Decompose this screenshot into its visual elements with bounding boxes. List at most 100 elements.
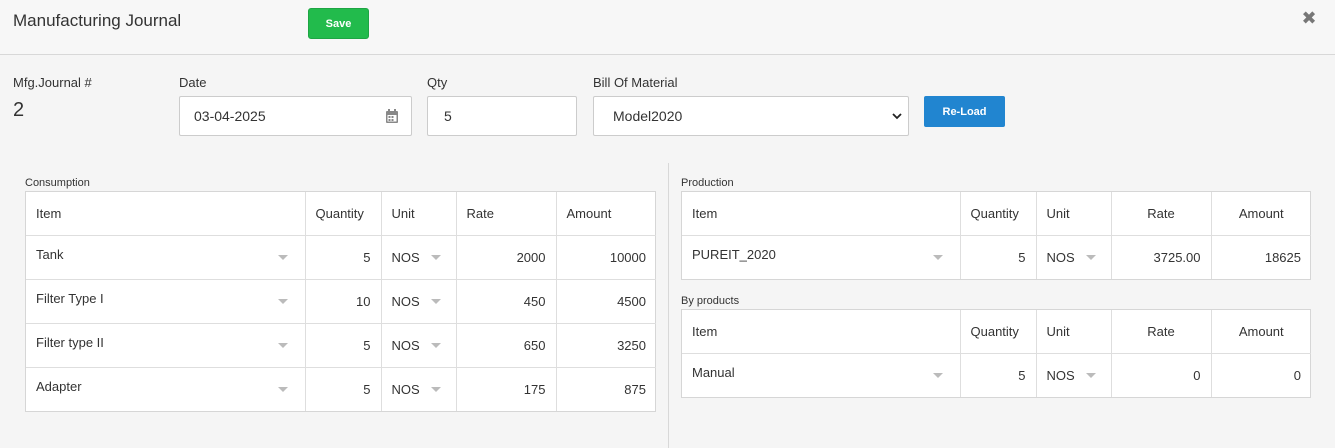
caret-down-icon bbox=[1085, 372, 1096, 378]
quantity-cell[interactable]: 5 bbox=[960, 235, 1037, 279]
unit-select[interactable]: NOS bbox=[1036, 235, 1112, 279]
qty-input[interactable]: 5 bbox=[427, 96, 577, 136]
table-row: Adapter 5 NOS 175 875 bbox=[26, 367, 656, 411]
journal-number-label: Mfg.Journal # bbox=[13, 75, 92, 90]
item-select[interactable]: Filter type II bbox=[26, 323, 306, 368]
amount-cell: 4500 bbox=[556, 279, 656, 324]
rate-cell[interactable]: 2000 bbox=[456, 235, 557, 280]
table-row: Filter Type I 10 NOS 450 4500 bbox=[26, 279, 656, 324]
item-select[interactable]: Adapter bbox=[26, 367, 306, 411]
rate-cell[interactable]: 3725.00 bbox=[1111, 235, 1212, 279]
item-name: Manual bbox=[692, 364, 735, 380]
unit-value: NOS bbox=[1046, 367, 1075, 383]
unit-select[interactable]: NOS bbox=[381, 367, 457, 411]
close-icon[interactable]: ✖ bbox=[1300, 9, 1318, 27]
caret-down-icon bbox=[430, 298, 441, 304]
quantity-cell[interactable]: 5 bbox=[305, 367, 382, 411]
caret-down-icon bbox=[278, 386, 288, 392]
item-name: Tank bbox=[36, 246, 64, 262]
section-divider bbox=[668, 163, 669, 448]
quantity-cell[interactable]: 5 bbox=[305, 235, 382, 280]
caret-down-icon bbox=[278, 298, 288, 304]
page-title: Manufacturing Journal bbox=[13, 11, 182, 30]
column-header-rate: Rate bbox=[1111, 310, 1212, 354]
column-header-item: Item bbox=[682, 310, 961, 354]
unit-value: NOS bbox=[391, 293, 420, 309]
caret-down-icon bbox=[430, 386, 441, 392]
item-select[interactable]: Manual bbox=[682, 353, 961, 397]
caret-down-icon bbox=[933, 372, 943, 378]
item-name: Adapter bbox=[36, 378, 82, 394]
bom-value: Model2020 bbox=[613, 108, 683, 124]
column-header-quantity: Quantity bbox=[960, 310, 1037, 354]
caret-down-icon bbox=[933, 254, 943, 260]
table-header-row: Item Quantity Unit Rate Amount bbox=[682, 310, 1311, 354]
unit-value: NOS bbox=[391, 381, 420, 397]
caret-down-icon bbox=[278, 342, 288, 348]
rate-cell[interactable]: 650 bbox=[456, 323, 557, 368]
caret-down-icon bbox=[430, 342, 441, 348]
amount-cell: 10000 bbox=[556, 235, 656, 280]
rate-cell[interactable]: 450 bbox=[456, 279, 557, 324]
date-value: 03-04-2025 bbox=[194, 108, 266, 124]
amount-cell: 0 bbox=[1293, 367, 1301, 383]
amount-cell: 3250 bbox=[556, 323, 656, 368]
caret-down-icon bbox=[430, 254, 441, 260]
column-header-item: Item bbox=[26, 192, 306, 236]
table-row: Tank 5 NOS 2000 10000 bbox=[26, 235, 656, 280]
item-select[interactable]: PUREIT_2020 bbox=[682, 235, 961, 279]
table-header-row: Item Quantity Unit Rate Amount bbox=[26, 192, 656, 236]
column-header-amount: Amount bbox=[1211, 310, 1311, 354]
table-row: Manual 5 NOS 0 0 bbox=[682, 353, 1311, 397]
column-header-amount: Amount bbox=[556, 192, 656, 236]
column-header-unit: Unit bbox=[1036, 310, 1112, 354]
byproducts-label: By products bbox=[681, 295, 740, 307]
column-header-amount: Amount bbox=[1211, 192, 1311, 236]
quantity-cell[interactable]: 10 bbox=[305, 279, 382, 324]
production-table: Item Quantity Unit Rate Amount PUREIT_20… bbox=[681, 191, 1311, 280]
consumption-table: Item Quantity Unit Rate Amount Tank 5 NO… bbox=[25, 191, 656, 412]
calendar-icon[interactable] bbox=[385, 109, 399, 124]
unit-value: NOS bbox=[1046, 249, 1075, 265]
item-select[interactable]: Tank bbox=[26, 235, 306, 280]
column-header-quantity: Quantity bbox=[960, 192, 1037, 236]
unit-select[interactable]: NOS bbox=[381, 279, 457, 324]
column-header-rate: Rate bbox=[456, 192, 557, 236]
unit-value: NOS bbox=[391, 249, 420, 265]
rate-cell[interactable]: 175 bbox=[456, 367, 557, 411]
unit-select[interactable]: NOS bbox=[381, 323, 457, 368]
item-select[interactable]: Filter Type I bbox=[26, 279, 306, 324]
date-field[interactable]: 03-04-2025 bbox=[179, 96, 412, 136]
caret-down-icon bbox=[278, 254, 288, 260]
item-name: Filter Type I bbox=[36, 290, 104, 306]
journal-number: 2 bbox=[13, 99, 25, 121]
caret-down-icon bbox=[1085, 254, 1096, 260]
bom-label: Bill Of Material bbox=[593, 75, 678, 90]
unit-value: NOS bbox=[391, 337, 420, 353]
save-button[interactable]: Save bbox=[308, 8, 369, 39]
table-row: PUREIT_2020 5 NOS 3725.00 18625 bbox=[682, 235, 1311, 279]
unit-select[interactable]: NOS bbox=[1036, 353, 1112, 397]
bom-select[interactable]: Model2020 bbox=[593, 96, 909, 136]
reload-button[interactable]: Re-Load bbox=[924, 96, 1005, 127]
column-header-unit: Unit bbox=[1036, 192, 1112, 236]
amount-cell: 875 bbox=[624, 381, 646, 397]
qty-value: 5 bbox=[444, 108, 452, 124]
unit-select[interactable]: NOS bbox=[381, 235, 457, 280]
qty-label: Qty bbox=[427, 75, 448, 90]
production-label: Production bbox=[681, 177, 734, 189]
column-header-item: Item bbox=[682, 192, 961, 236]
item-name: PUREIT_2020 bbox=[692, 246, 776, 262]
quantity-cell[interactable]: 5 bbox=[305, 323, 382, 368]
amount-cell: 18625 bbox=[1264, 249, 1301, 265]
date-label: Date bbox=[179, 75, 207, 90]
column-header-unit: Unit bbox=[381, 192, 457, 236]
header-bar: Manufacturing Journal Save ✖ bbox=[0, 0, 1335, 55]
consumption-label: Consumption bbox=[25, 177, 90, 189]
quantity-cell[interactable]: 5 bbox=[960, 353, 1037, 397]
table-header-row: Item Quantity Unit Rate Amount bbox=[682, 192, 1311, 236]
item-name: Filter type II bbox=[36, 334, 104, 350]
column-header-quantity: Quantity bbox=[305, 192, 382, 236]
byproducts-table: Item Quantity Unit Rate Amount Manual 5 … bbox=[681, 309, 1311, 398]
rate-cell[interactable]: 0 bbox=[1111, 353, 1212, 397]
